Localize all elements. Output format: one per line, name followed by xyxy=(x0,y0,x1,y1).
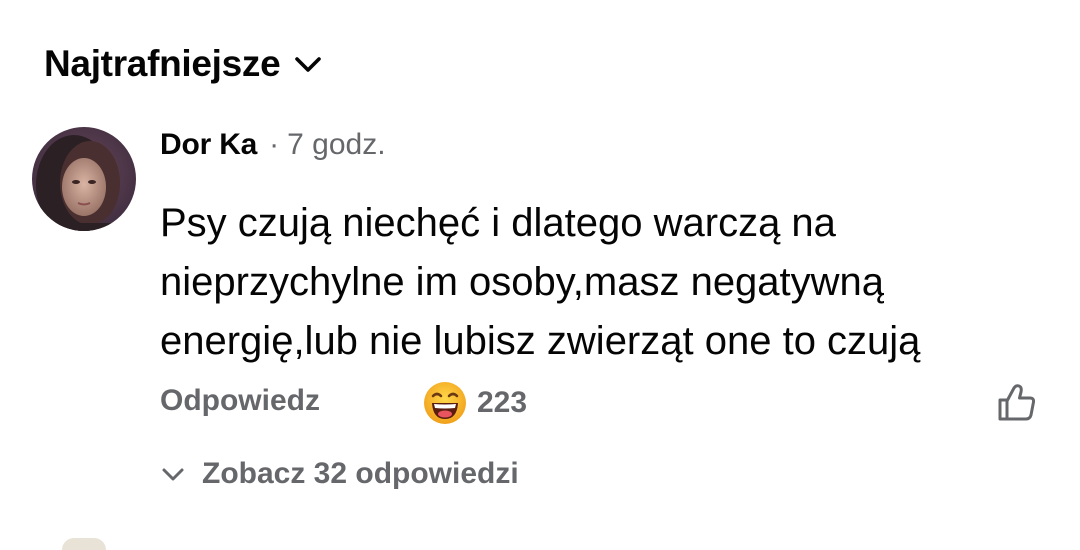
comment-header: Dor Ka · 7 godz. xyxy=(160,128,1050,170)
laughing-emoji-icon xyxy=(423,381,467,425)
separator-dot: · xyxy=(269,128,280,161)
reaction-count: 223 xyxy=(477,386,528,419)
comment-timestamp[interactable]: 7 godz. xyxy=(287,128,385,162)
avatar[interactable] xyxy=(32,127,136,231)
reaction-summary[interactable]: 223 xyxy=(423,380,527,426)
view-replies-button[interactable]: Zobacz 32 odpowiedzi xyxy=(160,452,519,496)
comment-text: Psy czują niechęć i dlatego warczą na ni… xyxy=(160,201,921,363)
next-comment-avatar xyxy=(62,538,106,550)
chevron-down-icon xyxy=(160,465,186,483)
chevron-down-icon xyxy=(294,54,322,74)
thumbs-up-icon[interactable] xyxy=(996,382,1038,424)
reply-button[interactable]: Odpowiedz xyxy=(160,384,320,418)
sort-label: Najtrafniejsze xyxy=(44,43,281,84)
view-replies-label: Zobacz 32 odpowiedzi xyxy=(202,457,519,490)
author-name[interactable]: Dor Ka xyxy=(160,128,257,162)
sort-dropdown[interactable]: Najtrafniejsze xyxy=(44,40,322,88)
comment-actions: Odpowiedz 223 xyxy=(160,380,1040,428)
comment: Dor Ka · 7 godz. Psy czują niechęć i dla… xyxy=(160,128,1050,371)
